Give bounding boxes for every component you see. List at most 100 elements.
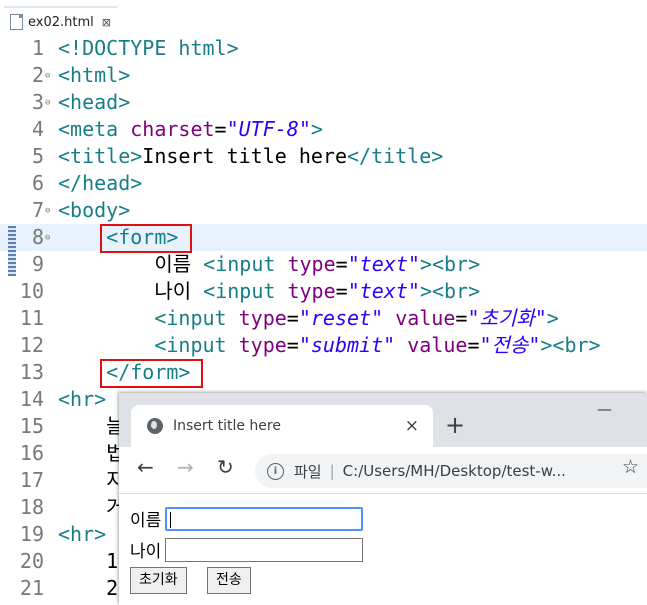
code-token: = xyxy=(455,306,468,330)
forward-arrow-icon[interactable]: → xyxy=(177,455,194,479)
code-token: <input xyxy=(203,279,288,303)
line-number: 6 xyxy=(31,171,44,195)
name-label: 이름 xyxy=(130,511,162,531)
reset-button[interactable]: 초기화 xyxy=(130,567,187,594)
code-token: "reset" xyxy=(298,306,384,330)
code-text: <head> xyxy=(58,89,130,116)
line-number: 3 xyxy=(31,90,44,114)
editor-tab[interactable]: ex02.html ⊠ xyxy=(4,6,117,36)
code-line: 5 <title>Insert title here</title> xyxy=(0,143,647,170)
submit-button[interactable]: 전송 xyxy=(207,567,251,594)
code-token: Insert title here xyxy=(142,144,347,168)
age-label: 나이 xyxy=(130,542,162,562)
fold-toggle-icon[interactable]: ⊖ xyxy=(45,198,50,225)
code-token: </head> xyxy=(58,171,143,195)
line-number: 11 xyxy=(19,306,44,330)
line-number: 4 xyxy=(31,117,44,141)
line-number: 8 xyxy=(31,225,44,249)
code-token: charset xyxy=(130,117,215,141)
minimize-button[interactable]: — xyxy=(597,400,612,418)
code-token: ><br> xyxy=(419,252,481,276)
browser-tab-title: Insert title here xyxy=(173,418,281,434)
line-number: 2 xyxy=(31,63,44,87)
line-number: 12 xyxy=(19,333,44,357)
code-text: <!DOCTYPE html> xyxy=(58,35,239,62)
form-open-highlight xyxy=(100,224,192,253)
browser-tab[interactable]: Insert title here × xyxy=(131,405,433,447)
code-token: = xyxy=(335,252,348,276)
line-number: 1 xyxy=(31,36,44,60)
name-input[interactable] xyxy=(165,506,364,531)
code-text: 거 xyxy=(58,494,125,521)
line-number: 7 xyxy=(31,198,44,222)
code-text: <hr> xyxy=(58,521,106,548)
code-token: type xyxy=(238,333,287,357)
code-token: 이름 xyxy=(58,252,204,276)
page-content: 이름 나이 초기화 전송 xyxy=(119,494,647,605)
code-token: type xyxy=(287,279,336,303)
line-number: 21 xyxy=(19,576,44,600)
code-token: value xyxy=(395,306,456,330)
line-number: 10 xyxy=(19,279,44,303)
back-arrow-icon[interactable]: ← xyxy=(137,455,154,479)
code-text: <body> xyxy=(58,197,130,224)
code-token: 거 xyxy=(58,495,125,519)
reload-icon[interactable]: ↻ xyxy=(217,455,234,479)
code-line: 12 <input type="submit" value="전송"><br> xyxy=(0,332,647,359)
code-line: 9 이름 <input type="text"><br> xyxy=(0,251,647,278)
code-text: 지 xyxy=(58,467,124,494)
line-number: 9 xyxy=(31,252,44,276)
code-token: "UTF-8" xyxy=(226,117,311,141)
code-token: <title> xyxy=(58,144,143,168)
code-token: <hr> xyxy=(58,522,107,546)
close-icon[interactable]: × xyxy=(405,416,419,436)
code-token: ><br> xyxy=(540,333,601,357)
close-icon[interactable]: ⊠ xyxy=(102,16,111,29)
code-token: <input xyxy=(154,333,239,357)
globe-icon xyxy=(147,418,163,434)
code-token: </title> xyxy=(347,144,444,168)
line-number: 13 xyxy=(19,360,44,384)
code-token: "text" xyxy=(347,279,420,303)
info-icon[interactable]: i xyxy=(267,462,284,480)
code-line: 3 ⊖ <head> xyxy=(0,89,647,116)
code-line: 2 ⊖ <html> xyxy=(0,62,647,89)
url-separator: | xyxy=(329,462,335,480)
code-token: > xyxy=(546,306,559,330)
name-row: 이름 xyxy=(130,506,364,531)
code-text: <input type="submit" value="전송"><br> xyxy=(58,332,601,359)
address-bar[interactable]: i 파일 | C:/Users/MH/Desktop/test-w... ☆ xyxy=(255,454,647,488)
url-text: C:/Users/MH/Desktop/test-w... xyxy=(342,462,566,480)
code-token: <head> xyxy=(58,90,131,114)
code-token: type xyxy=(287,252,336,276)
new-tab-button[interactable]: + xyxy=(445,411,465,439)
code-token: 늘 xyxy=(58,414,125,438)
code-token: "전송" xyxy=(479,333,541,357)
change-marker xyxy=(8,226,16,276)
line-number: 16 xyxy=(19,441,44,465)
code-token: "초기화" xyxy=(467,306,547,330)
code-text: <html> xyxy=(58,62,130,89)
fold-toggle-icon[interactable]: ⊖ xyxy=(45,225,50,252)
age-row: 나이 xyxy=(130,537,364,562)
fold-toggle-icon[interactable]: ⊖ xyxy=(45,63,50,90)
line-number: 19 xyxy=(19,522,44,546)
code-line: 4 <meta charset="UTF-8"> xyxy=(0,116,647,143)
code-token: ><br> xyxy=(419,279,481,303)
star-icon[interactable]: ☆ xyxy=(622,456,639,478)
code-line: 8 ⊖ <form> xyxy=(0,224,647,251)
fold-toggle-icon[interactable]: ⊖ xyxy=(45,90,50,117)
form-close-highlight xyxy=(100,359,203,388)
code-text: <input type="reset" value="초기화"> xyxy=(58,305,559,332)
age-input[interactable] xyxy=(165,537,364,562)
code-token: <input xyxy=(154,306,239,330)
code-text: 1 xyxy=(58,548,118,575)
code-token: 나이 xyxy=(58,279,204,303)
editor-tab-bar: ex02.html ⊠ xyxy=(0,0,647,36)
line-number: 17 xyxy=(19,468,44,492)
code-text: 법 xyxy=(58,440,124,467)
code-text: 이름 <input type="text"><br> xyxy=(58,251,480,278)
